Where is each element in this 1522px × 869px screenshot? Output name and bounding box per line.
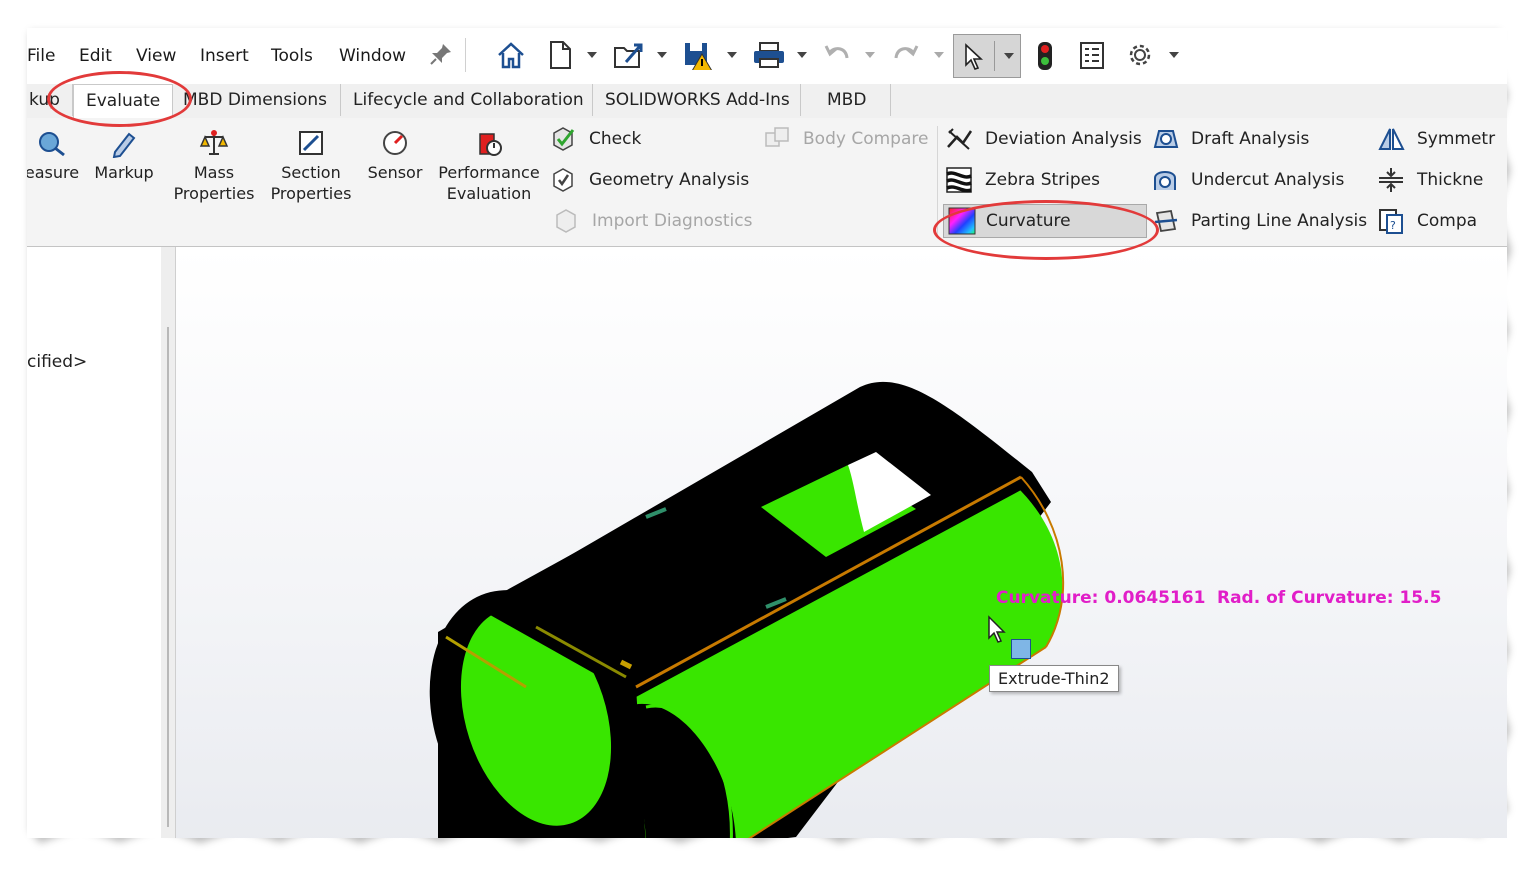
chevron-down-icon[interactable] xyxy=(587,52,597,58)
symmetry-icon xyxy=(1378,128,1405,150)
tab-mbd[interactable]: MBD xyxy=(801,84,891,116)
undercut-analysis-icon xyxy=(1154,171,1176,190)
solidworks-window: File Edit View Insert Tools Window kup E… xyxy=(27,28,1507,838)
body-compare-icon xyxy=(765,127,789,147)
compare-documents-button[interactable]: ? Compa xyxy=(1377,206,1507,236)
menu-window[interactable]: Window xyxy=(339,46,406,66)
redo-icon[interactable] xyxy=(891,40,921,70)
sensor-button[interactable]: Sensor xyxy=(363,128,427,183)
menu-insert[interactable]: Insert xyxy=(200,46,249,66)
tab-solidworks-add-ins[interactable]: SOLIDWORKS Add-Ins xyxy=(593,84,801,116)
thickness-icon xyxy=(1379,168,1403,192)
body-compare-button[interactable]: Body Compare xyxy=(763,124,943,154)
save-icon[interactable] xyxy=(682,40,716,70)
performance-evaluation-button[interactable]: Performance Evaluation xyxy=(435,128,543,204)
compare-icon: ? xyxy=(1379,209,1403,234)
menu-edit[interactable]: Edit xyxy=(79,46,112,66)
pin-icon[interactable] xyxy=(429,42,453,72)
undercut-analysis-button[interactable]: Undercut Analysis xyxy=(1151,165,1351,195)
face-selection-icon xyxy=(1011,639,1031,659)
chevron-down-icon[interactable] xyxy=(865,52,875,58)
new-document-icon[interactable] xyxy=(547,40,573,70)
zebra-stripes-button[interactable]: Zebra Stripes xyxy=(945,165,1145,195)
measure-button[interactable]: easure xyxy=(27,128,83,183)
mass-properties-button[interactable]: Mass Properties xyxy=(169,128,259,204)
tab-mbd-dimensions[interactable]: MBD Dimensions xyxy=(173,84,341,116)
evaluate-tab-annotation xyxy=(47,71,192,127)
zebra-stripes-icon xyxy=(946,167,972,193)
home-icon[interactable] xyxy=(495,40,527,70)
cursor-arrow-icon xyxy=(965,43,984,70)
graphics-viewport[interactable]: Curvature: 0.0645161 Rad. of Curvature: … xyxy=(176,247,1507,838)
chevron-down-icon[interactable] xyxy=(934,52,944,58)
deviation-analysis-icon xyxy=(947,128,973,150)
feature-manager-panel: cified> xyxy=(27,247,162,838)
import-diagnostics-icon xyxy=(556,209,576,233)
panel-splitter[interactable] xyxy=(161,247,176,838)
feature-tree-item[interactable]: cified> xyxy=(27,352,87,372)
select-button[interactable] xyxy=(953,34,1021,78)
parting-line-analysis-button[interactable]: Parting Line Analysis xyxy=(1151,206,1371,236)
section-properties-icon xyxy=(299,131,323,155)
curvature-annotation xyxy=(933,200,1159,260)
open-folder-icon[interactable] xyxy=(612,40,646,70)
thickness-analysis-button[interactable]: Thickne xyxy=(1377,165,1507,195)
menu-bar: File Edit View Insert Tools Window xyxy=(27,28,1507,84)
print-icon[interactable] xyxy=(752,40,786,70)
radius-of-curvature-readout: Rad. of Curvature: 15.5 xyxy=(1217,588,1442,608)
gear-icon[interactable] xyxy=(1125,40,1155,70)
markup-button[interactable]: Markup xyxy=(91,128,157,183)
tab-lifecycle-and-collaboration[interactable]: Lifecycle and Collaboration xyxy=(341,84,593,116)
draft-analysis-icon xyxy=(1153,130,1179,148)
part-model[interactable] xyxy=(176,247,1507,838)
menu-tools[interactable]: Tools xyxy=(271,46,313,66)
import-diagnostics-button[interactable]: Import Diagnostics xyxy=(552,206,772,236)
markup-icon xyxy=(112,132,136,158)
undo-icon[interactable] xyxy=(822,40,852,70)
mouse-cursor-icon xyxy=(988,615,1006,643)
check-icon xyxy=(553,127,575,151)
evaluate-ribbon: easure Markup Mass Properties Section Pr… xyxy=(27,118,1507,247)
chevron-down-icon[interactable] xyxy=(1004,53,1014,59)
curvature-readout: Curvature: 0.0645161 xyxy=(996,588,1206,608)
chevron-down-icon[interactable] xyxy=(657,52,667,58)
geometry-analysis-icon xyxy=(553,168,573,192)
draft-analysis-button[interactable]: Draft Analysis xyxy=(1151,124,1351,154)
feature-tooltip: Extrude-Thin2 xyxy=(989,665,1119,692)
command-manager-tabs: kup Evaluate MBD Dimensions Lifecycle an… xyxy=(27,84,1507,118)
deviation-analysis-button[interactable]: Deviation Analysis xyxy=(945,124,1145,154)
check-button[interactable]: Check xyxy=(549,124,749,154)
svg-text:?: ? xyxy=(1390,219,1396,232)
chevron-down-icon[interactable] xyxy=(1169,52,1179,58)
rebuild-traffic-light-icon[interactable] xyxy=(1033,40,1057,70)
sensor-icon xyxy=(383,131,407,155)
symmetry-check-button[interactable]: Symmetr xyxy=(1377,124,1507,154)
menu-view[interactable]: View xyxy=(136,46,176,66)
geometry-analysis-button[interactable]: Geometry Analysis xyxy=(549,165,769,195)
chevron-down-icon[interactable] xyxy=(797,52,807,58)
menu-file[interactable]: File xyxy=(27,46,55,66)
performance-evaluation-icon xyxy=(479,133,502,156)
mass-properties-icon xyxy=(199,130,229,155)
section-properties-button[interactable]: Section Properties xyxy=(267,128,355,204)
file-properties-icon[interactable] xyxy=(1077,40,1107,70)
measure-icon xyxy=(39,132,65,157)
chevron-down-icon[interactable] xyxy=(727,52,737,58)
